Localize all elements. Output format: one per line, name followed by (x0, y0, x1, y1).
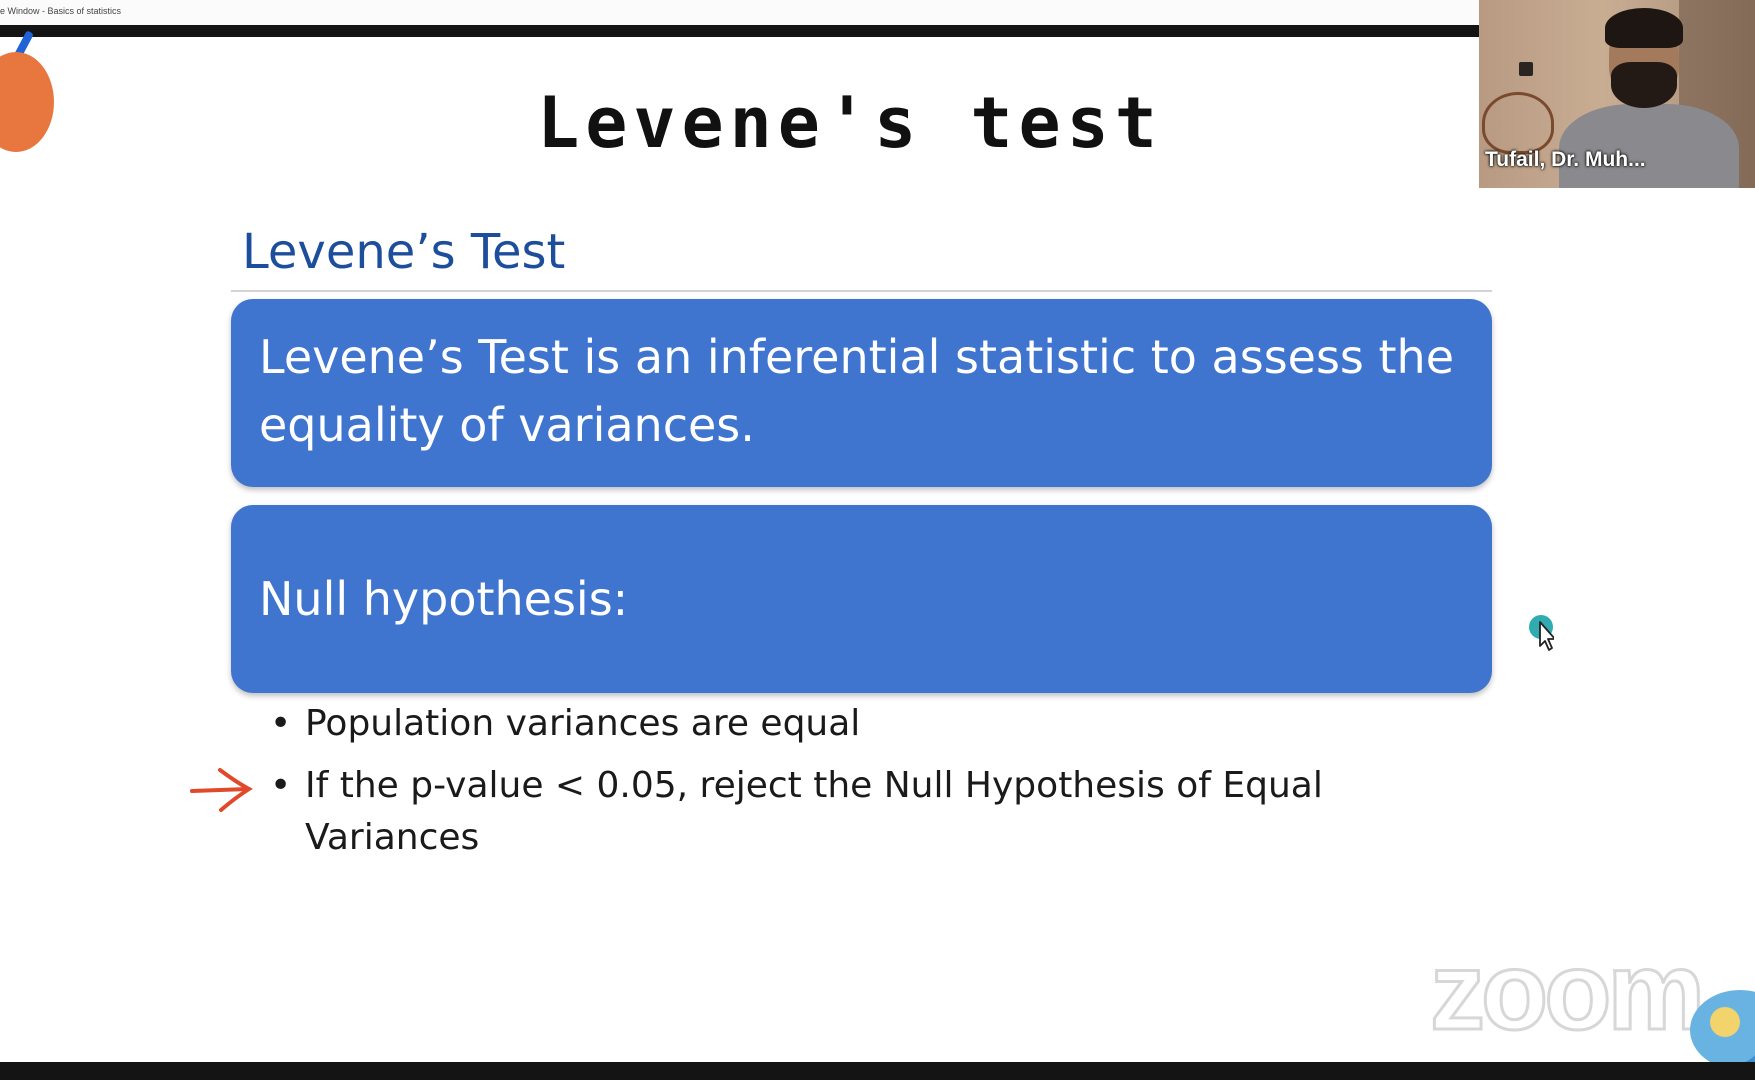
red-arrow-annotation-icon (190, 768, 253, 812)
mouse-cursor-icon (1529, 615, 1554, 651)
window-title: e Window - Basics of statistics (0, 6, 122, 16)
null-hypothesis-label: Null hypothesis: (259, 572, 629, 626)
definition-text: Levene’s Test is an inferential statisti… (259, 330, 1455, 452)
top-black-bar (0, 25, 1480, 37)
participant-name-label: Tufail, Dr. Muh... (1485, 148, 1646, 171)
video-person-hair (1605, 8, 1683, 48)
window-title-bar: e Window - Basics of statistics (0, 0, 1480, 25)
video-lamp (1519, 62, 1533, 76)
bottom-black-bar (0, 1062, 1755, 1080)
bullet-item: If the p-value < 0.05, reject the Null H… (270, 760, 1420, 864)
zoom-watermark: zoom (1428, 929, 1706, 1055)
null-hypothesis-box: Null hypothesis: (231, 505, 1492, 693)
slide-title: Levene's test (537, 82, 1163, 164)
definition-box: Levene’s Test is an inferential statisti… (231, 299, 1492, 487)
video-chair (1482, 92, 1554, 154)
video-person-beard (1611, 62, 1677, 108)
bullet-item: Population variances are equal (270, 698, 1420, 750)
screen: e Window - Basics of statistics Levene's… (0, 0, 1755, 1080)
bullet-list: Population variances are equal If the p-… (270, 698, 1420, 874)
slide-heading: Levene’s Test (242, 224, 566, 280)
video-person-body (1559, 104, 1739, 188)
participant-video-thumbnail[interactable]: Tufail, Dr. Muh... (1479, 0, 1755, 188)
heading-divider (231, 290, 1492, 292)
